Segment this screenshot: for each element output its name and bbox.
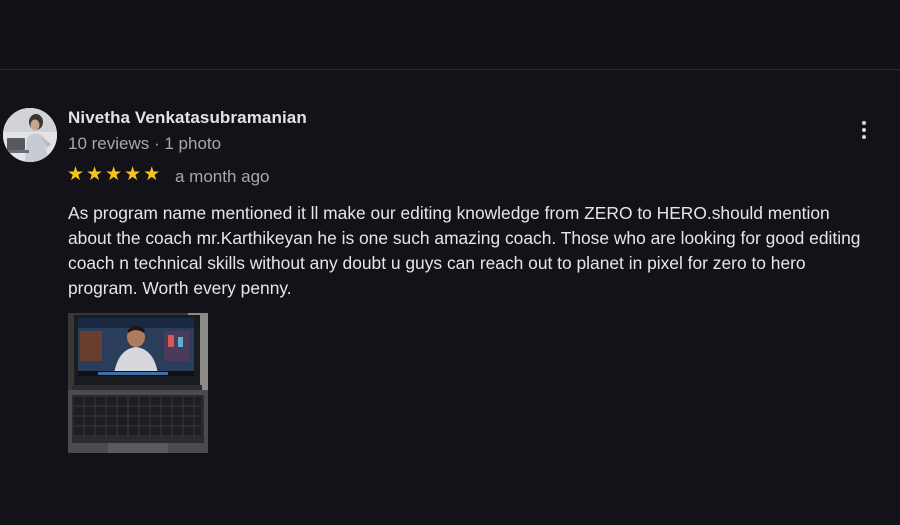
star-rating: ★ ★ ★ ★ ★ bbox=[67, 165, 160, 185]
reviewer-stats: 10 reviews · 1 photo bbox=[68, 134, 222, 153]
top-band bbox=[0, 0, 900, 69]
more-options-button[interactable] bbox=[850, 116, 878, 144]
star-icon: ★ bbox=[143, 164, 161, 185]
star-icon: ★ bbox=[105, 164, 123, 185]
review-date: a month ago bbox=[175, 167, 270, 186]
review-text: As program name mentioned it ll make our… bbox=[68, 201, 900, 301]
review-photo[interactable] bbox=[68, 313, 208, 453]
review-text-line: coach n technical skills without any dou… bbox=[68, 253, 806, 273]
review-text-line: program. Worth every penny. bbox=[68, 278, 292, 298]
avatar-image bbox=[3, 108, 57, 162]
divider bbox=[0, 69, 900, 70]
star-icon: ★ bbox=[67, 164, 85, 185]
more-vert-icon bbox=[862, 120, 866, 141]
review-text-line: As program name mentioned it ll make our… bbox=[68, 203, 830, 223]
star-icon: ★ bbox=[124, 164, 142, 185]
reviewer-name[interactable]: Nivetha Venkatasubramanian bbox=[68, 108, 307, 128]
review-page: Nivetha Venkatasubramanian 10 reviews · … bbox=[0, 0, 900, 525]
avatar[interactable] bbox=[3, 108, 57, 162]
star-icon: ★ bbox=[86, 164, 104, 185]
review-photo-image bbox=[68, 313, 208, 453]
review-text-line: about the coach mr.Karthikeyan he is one… bbox=[68, 228, 861, 248]
